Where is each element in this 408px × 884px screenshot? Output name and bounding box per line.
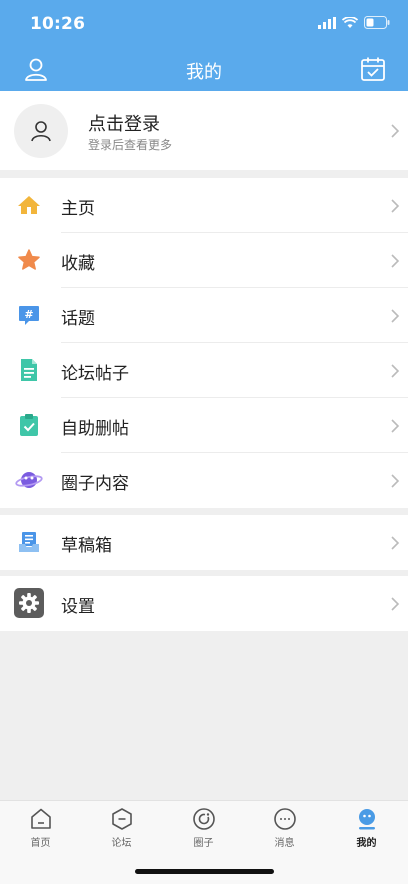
menu-item-forum-posts[interactable]: 论坛帖子 xyxy=(0,343,408,398)
circle-icon xyxy=(192,808,215,830)
menu-item-drafts[interactable]: 草稿箱 xyxy=(0,515,408,570)
chevron-right-icon xyxy=(391,419,400,433)
home-icon xyxy=(18,196,40,214)
menu-item-circle-content[interactable]: 圈子内容 xyxy=(0,453,408,508)
wifi-icon xyxy=(342,16,358,28)
chevron-right-icon xyxy=(391,309,400,323)
menu-item-favorites[interactable]: 收藏 xyxy=(0,233,408,288)
chevron-right-icon xyxy=(391,254,400,268)
drafts-icon xyxy=(19,532,39,552)
menu-item-label: 圈子内容 xyxy=(61,474,129,494)
user-icon xyxy=(31,121,51,142)
chevron-right-icon xyxy=(391,536,400,550)
menu-group-drafts: 草稿箱 xyxy=(0,515,408,570)
page-title: 我的 xyxy=(186,62,222,83)
login-card[interactable]: 点击登录 登录后查看更多 xyxy=(0,91,408,170)
tab-label: 我的 xyxy=(356,838,377,849)
menu-item-label: 草稿箱 xyxy=(61,536,112,556)
tab-label: 消息 xyxy=(274,838,295,849)
message-icon xyxy=(273,808,296,830)
menu-group-settings: 设置 xyxy=(0,576,408,631)
tab-home[interactable]: 首页 xyxy=(0,807,81,849)
avatar xyxy=(14,104,68,158)
document-icon xyxy=(21,359,37,381)
tab-label: 论坛 xyxy=(111,838,132,849)
tab-circle[interactable]: 圈子 xyxy=(163,807,244,849)
menu-item-settings[interactable]: 设置 xyxy=(0,576,408,631)
chevron-right-icon xyxy=(391,199,400,213)
menu-item-topics[interactable]: # 话题 xyxy=(0,288,408,343)
login-title: 点击登录 xyxy=(88,114,160,135)
menu-item-home[interactable]: 主页 xyxy=(0,178,408,233)
profile-face-icon xyxy=(358,809,375,830)
hashtag-chat-icon: # xyxy=(19,306,39,325)
menu-item-label: 话题 xyxy=(61,309,95,329)
tab-messages[interactable]: 消息 xyxy=(244,807,325,849)
menu-item-label: 收藏 xyxy=(61,254,95,274)
star-icon xyxy=(18,249,40,270)
gear-icon xyxy=(14,588,44,618)
tab-me[interactable]: 我的 xyxy=(326,807,407,849)
tab-label: 首页 xyxy=(30,838,51,849)
signal-icon xyxy=(318,16,336,29)
menu-group-main: 主页 收藏 # 话题 论坛帖子 自助删帖 圈子内容 xyxy=(0,178,408,508)
planet-icon xyxy=(15,472,43,488)
menu-item-label: 自助删帖 xyxy=(61,419,129,439)
chevron-right-icon xyxy=(391,124,400,138)
chevron-right-icon xyxy=(391,474,400,488)
menu-item-self-delete[interactable]: 自助删帖 xyxy=(0,398,408,453)
header-bar: 10:26 我的 xyxy=(0,0,408,91)
menu-item-label: 设置 xyxy=(61,597,95,617)
forum-hexagon-icon xyxy=(111,808,132,830)
status-time: 10:26 xyxy=(30,14,86,34)
clipboard-check-icon xyxy=(20,414,38,436)
home-outline-icon xyxy=(30,808,51,829)
chevron-right-icon xyxy=(391,364,400,378)
calendar-check-icon[interactable] xyxy=(360,56,386,82)
svg-text:#: # xyxy=(24,308,33,321)
tab-label: 圈子 xyxy=(193,838,214,849)
menu-item-label: 论坛帖子 xyxy=(61,364,129,384)
menu-item-label: 主页 xyxy=(61,199,95,219)
battery-icon xyxy=(364,16,390,29)
status-icons xyxy=(318,16,390,29)
home-indicator xyxy=(135,869,274,874)
tab-forum[interactable]: 论坛 xyxy=(81,807,162,849)
chevron-right-icon xyxy=(391,597,400,611)
login-subtitle: 登录后查看更多 xyxy=(88,138,173,152)
